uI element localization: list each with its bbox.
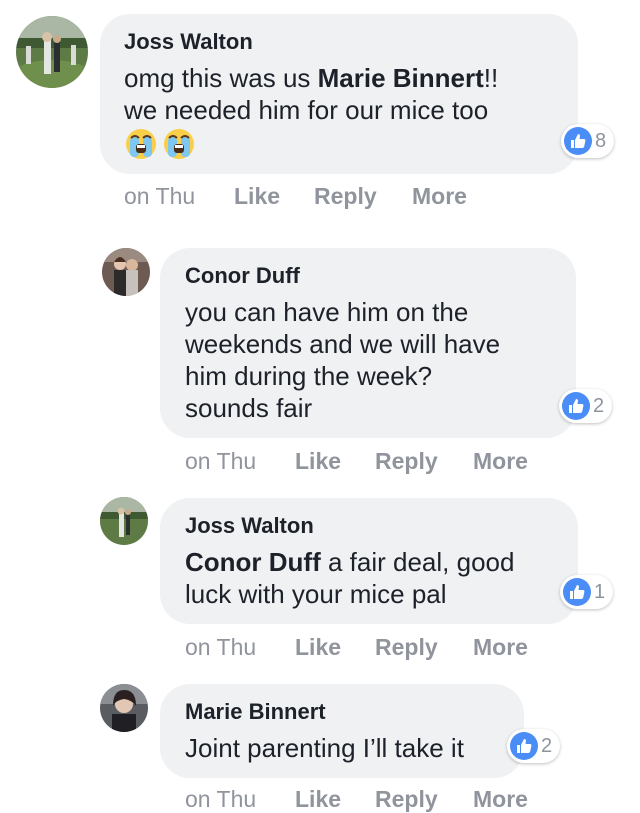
comment-text-line: him during the week? <box>185 361 433 391</box>
more-button[interactable]: More <box>473 786 528 813</box>
comment-author[interactable]: Joss Walton <box>124 29 253 55</box>
thumbs-up-icon <box>564 127 592 155</box>
more-button[interactable]: More <box>473 448 528 475</box>
like-count: 2 <box>593 394 605 417</box>
like-button[interactable]: Like <box>295 634 341 661</box>
crying-face-icon <box>126 129 156 160</box>
more-button[interactable]: More <box>473 634 528 661</box>
like-button[interactable]: Like <box>295 786 341 813</box>
comment-text-line: you can have him on the <box>185 297 469 327</box>
like-reaction-badge[interactable]: 8 <box>561 124 615 158</box>
mention-link[interactable]: Conor Duff <box>185 547 321 577</box>
comment-author[interactable]: Marie Binnert <box>185 699 326 725</box>
comment-text-line: sounds fair <box>185 393 313 423</box>
comment-text: Joint parenting I’ll take it <box>185 732 464 764</box>
reply-button[interactable]: Reply <box>314 183 377 210</box>
comment-text: you can have him on the weekends and we … <box>185 296 500 424</box>
like-count: 2 <box>541 734 553 757</box>
comment-bubble: Marie Binnert Joint parenting I’ll take … <box>160 684 524 778</box>
comment-author[interactable]: Conor Duff <box>185 263 300 289</box>
like-reaction-badge[interactable]: 2 <box>559 389 613 423</box>
comment-timestamp[interactable]: on Thu <box>185 448 256 475</box>
comment-text: Conor Duff a fair deal, good luck with y… <box>185 546 514 610</box>
comment-text-line: luck with your mice pal <box>185 579 447 609</box>
comment-text-line: a fair deal, good <box>320 547 515 577</box>
comment-author[interactable]: Joss Walton <box>185 513 314 539</box>
like-count: 8 <box>595 129 607 152</box>
reply-button[interactable]: Reply <box>375 786 438 813</box>
avatar[interactable] <box>100 497 148 545</box>
mention-link[interactable]: Marie Binnert <box>318 63 484 93</box>
like-count: 1 <box>594 580 606 603</box>
comment-bubble: Joss Walton omg this was us Marie Binner… <box>100 14 578 174</box>
crying-face-icon <box>164 129 194 160</box>
comment-bubble: Conor Duff you can have him on the weeke… <box>160 248 576 438</box>
avatar[interactable] <box>100 684 148 732</box>
like-reaction-badge[interactable]: 1 <box>560 575 614 609</box>
like-button[interactable]: Like <box>295 448 341 475</box>
more-button[interactable]: More <box>412 183 467 210</box>
like-reaction-badge[interactable]: 2 <box>507 729 561 763</box>
comment-text: omg this was us Marie Binnert!! we neede… <box>124 62 498 160</box>
comment-timestamp[interactable]: on Thu <box>124 183 195 210</box>
thumbs-up-icon <box>510 732 538 760</box>
comment-text-line: Joint parenting I’ll take it <box>185 733 464 763</box>
comment-timestamp[interactable]: on Thu <box>185 634 256 661</box>
emoji-row <box>124 128 196 160</box>
avatar[interactable] <box>16 16 88 88</box>
comment-text-line: omg this was us <box>124 63 318 93</box>
reply-button[interactable]: Reply <box>375 448 438 475</box>
like-button[interactable]: Like <box>234 183 280 210</box>
thumbs-up-icon <box>562 392 590 420</box>
comment-text-line: we needed him for our mice too <box>124 95 489 125</box>
comment-text-punct: !! <box>483 63 499 93</box>
thumbs-up-icon <box>563 578 591 606</box>
avatar[interactable] <box>102 248 150 296</box>
comment-timestamp[interactable]: on Thu <box>185 786 256 813</box>
comment-text-line: weekends and we will have <box>185 329 501 359</box>
comment-bubble: Joss Walton Conor Duff a fair deal, good… <box>160 498 578 624</box>
reply-button[interactable]: Reply <box>375 634 438 661</box>
